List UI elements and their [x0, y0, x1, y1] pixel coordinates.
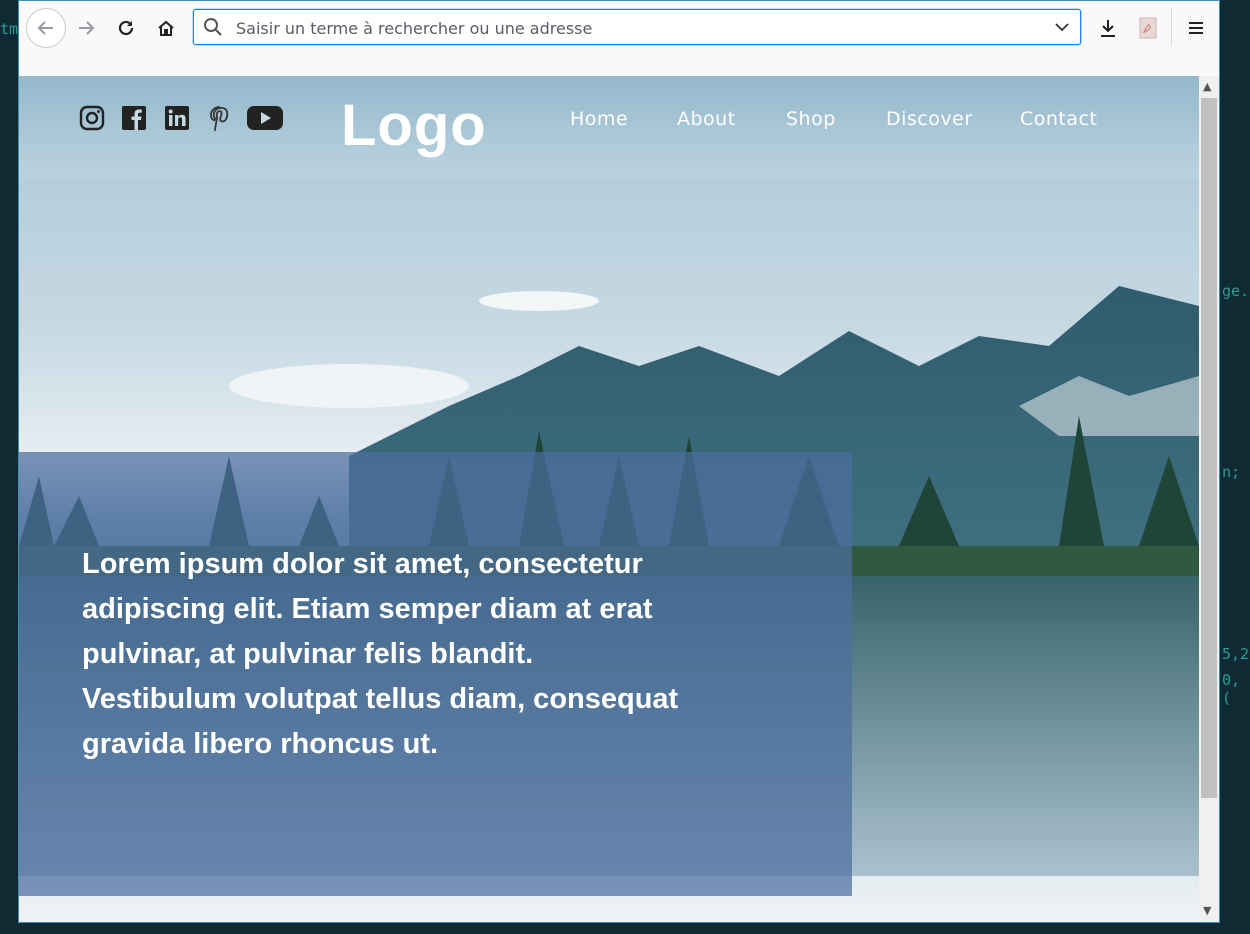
editor-fragment: n; — [1222, 463, 1241, 481]
linkedin-link[interactable] — [162, 103, 192, 133]
search-icon — [204, 18, 222, 36]
nav-link-contact[interactable]: Contact — [1020, 108, 1097, 130]
youtube-icon — [247, 106, 283, 130]
reload-button[interactable] — [109, 11, 143, 45]
pdf-icon — [1139, 17, 1157, 39]
pdf-button[interactable] — [1131, 11, 1165, 45]
url-input[interactable] — [234, 14, 1038, 42]
menu-button[interactable] — [1179, 11, 1213, 45]
hero-text: Lorem ipsum dolor sit amet, consectetur … — [82, 548, 679, 760]
downloads-button[interactable] — [1091, 11, 1125, 45]
chevron-down-icon[interactable] — [1054, 19, 1070, 35]
nav-link-discover[interactable]: Discover — [886, 108, 973, 130]
instagram-link[interactable] — [77, 103, 107, 133]
scroll-up-icon[interactable]: ▲ — [1203, 80, 1211, 93]
scroll-down-icon[interactable]: ▼ — [1203, 904, 1211, 917]
site-logo[interactable]: Logo — [341, 92, 487, 159]
editor-fragment: tm — [0, 20, 19, 38]
reload-icon — [118, 20, 134, 36]
editor-fragment: 5,2 — [1222, 645, 1250, 663]
browser-window: Logo Home About Shop Discover Contact Lo… — [18, 0, 1220, 923]
youtube-link[interactable] — [245, 103, 285, 133]
pinterest-icon — [210, 106, 229, 131]
forward-button[interactable] — [69, 11, 103, 45]
scrollbar-thumb[interactable] — [1201, 98, 1217, 798]
page-scrollbar[interactable]: ▲ ▼ — [1199, 76, 1219, 922]
hamburger-menu-icon — [1189, 22, 1203, 34]
facebook-icon — [122, 106, 146, 130]
forward-arrow-icon — [79, 21, 95, 35]
site-header: Logo Home About Shop Discover Contact — [19, 76, 1199, 178]
home-icon — [158, 20, 174, 36]
back-arrow-icon — [37, 21, 53, 35]
editor-fragment: 0, ( — [1222, 671, 1241, 707]
pinterest-link[interactable] — [205, 103, 235, 133]
editor-fragment: ge. — [1222, 282, 1250, 300]
hero-text-panel: Lorem ipsum dolor sit amet, consectetur … — [19, 452, 852, 896]
page-viewport: Logo Home About Shop Discover Contact Lo… — [19, 76, 1199, 922]
taskbar-strip — [0, 923, 1250, 934]
nav-link-about[interactable]: About — [677, 108, 736, 130]
back-button[interactable] — [26, 8, 66, 48]
facebook-link[interactable] — [119, 103, 149, 133]
nav-link-shop[interactable]: Shop — [786, 108, 836, 130]
home-button[interactable] — [149, 11, 183, 45]
nav-link-home[interactable]: Home — [570, 108, 628, 130]
address-bar[interactable] — [193, 9, 1081, 45]
instagram-icon — [79, 105, 105, 131]
linkedin-icon — [165, 106, 189, 130]
download-icon — [1101, 20, 1115, 37]
toolbar-separator — [1171, 9, 1172, 45]
browser-toolbar — [19, 1, 1219, 77]
